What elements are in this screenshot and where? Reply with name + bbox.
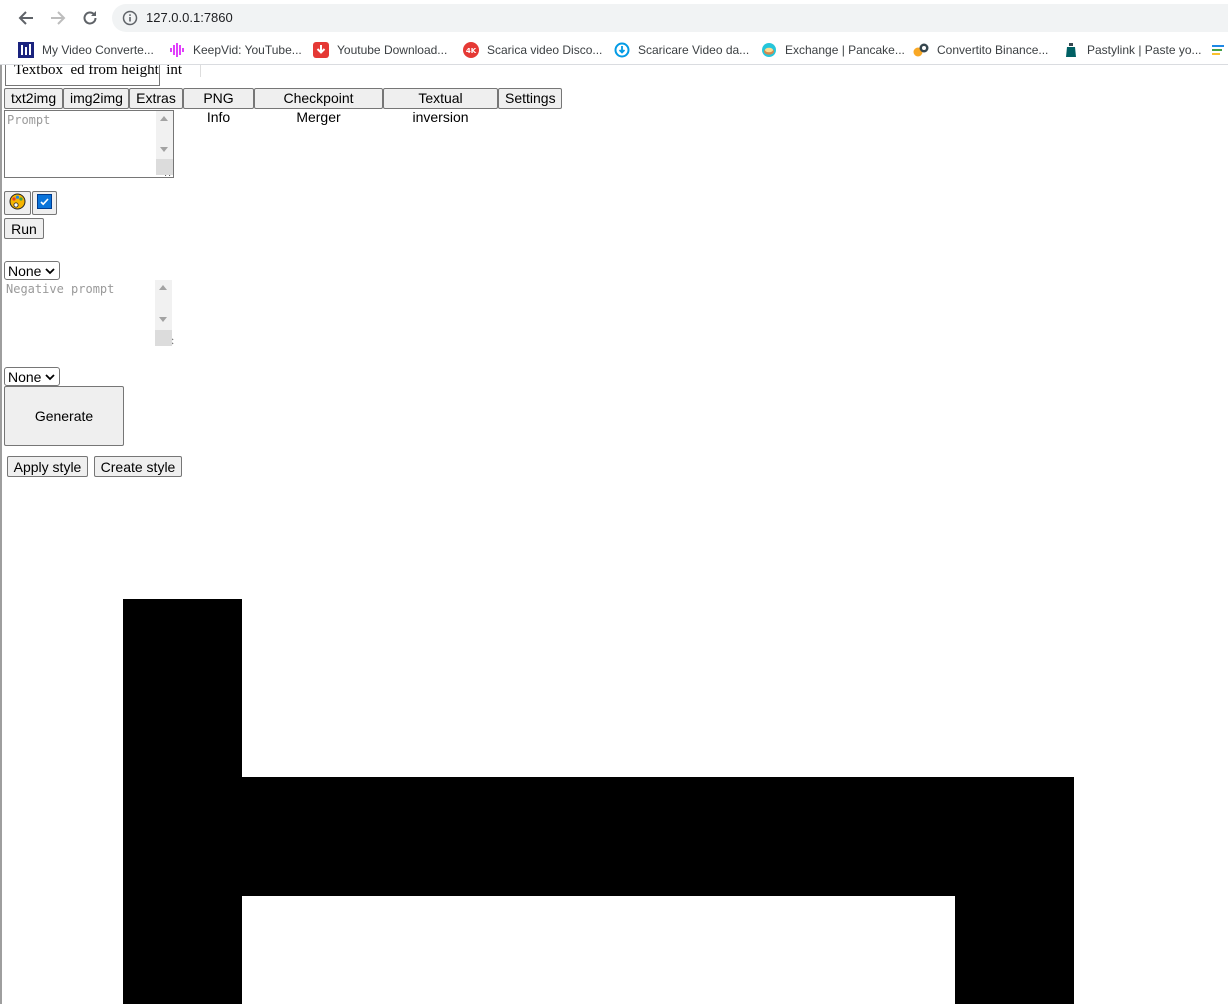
tab-img2img[interactable]: img2img [63, 88, 129, 109]
bookmark-label: Scarica video Disco... [487, 43, 603, 57]
prompt-input[interactable] [4, 110, 174, 178]
black-glyph-left-stem [123, 599, 242, 1004]
apply-style-button[interactable]: Apply style [7, 456, 88, 477]
bookmark-item[interactable]: 4K Scarica video Disco... [463, 41, 602, 59]
generate-button[interactable]: Generate [4, 386, 124, 446]
chevron-down-icon [45, 267, 56, 274]
reload-button[interactable] [78, 6, 102, 30]
negative-prompt-input[interactable] [4, 280, 174, 347]
reload-icon [83, 11, 97, 25]
bookmark-item[interactable]: Convertito Binance... [913, 41, 1048, 59]
pastylink-icon [1063, 42, 1079, 58]
video-converter-icon [18, 42, 34, 58]
checkbox-button[interactable] [32, 191, 57, 215]
bookmark-item[interactable]: Pastylink | Paste yo... [1063, 41, 1202, 59]
style-select-1-value: None [8, 262, 42, 279]
more-bookmarks-icon[interactable] [1212, 41, 1226, 59]
forward-button[interactable] [46, 6, 70, 30]
page-content: Textbox ed from height int txt2img img2i… [0, 65, 1228, 1004]
negative-prompt-scrollbar[interactable] [155, 280, 172, 346]
palette-button[interactable] [4, 191, 31, 215]
scroll-down-icon[interactable] [160, 147, 168, 152]
bookmark-label: Exchange | Pancake... [785, 43, 905, 57]
bookmark-item[interactable]: Exchange | Pancake... [761, 41, 905, 59]
bookmarks-bar: My Video Converte... KeepVid: YouTube...… [0, 36, 1228, 65]
style-select-1[interactable]: None [4, 261, 60, 280]
download-icon [313, 42, 329, 58]
black-glyph-crossbar [242, 777, 1074, 896]
clipped-textbox-divider [200, 65, 201, 77]
create-style-button[interactable]: Create style [94, 456, 182, 477]
svg-text:4K: 4K [466, 47, 477, 55]
bookmark-label: Youtube Download... [337, 43, 448, 57]
tab-settings[interactable]: Settings [498, 88, 562, 109]
info-icon[interactable] [122, 10, 138, 26]
style-select-2[interactable]: None [4, 367, 60, 386]
resize-grip-icon[interactable] [155, 330, 172, 346]
url-text[interactable]: 127.0.0.1:7860 [146, 10, 233, 25]
tab-checkpoint-merger[interactable]: Checkpoint Merger [254, 88, 383, 125]
style-select-2-value: None [8, 368, 42, 385]
resize-grip-icon[interactable] [156, 159, 173, 175]
exchange-icon [913, 42, 929, 58]
bookmark-label: Convertito Binance... [937, 43, 1049, 57]
pancake-icon [761, 42, 777, 58]
bookmark-item[interactable]: My Video Converte... [18, 41, 154, 59]
chevron-down-icon [45, 373, 56, 380]
prompt-scrollbar[interactable] [156, 111, 173, 175]
tab-extras[interactable]: Extras [129, 88, 183, 109]
bookmark-label: KeepVid: YouTube... [193, 43, 302, 57]
bookmark-item[interactable]: KeepVid: YouTube... [169, 41, 302, 59]
left-border [0, 65, 2, 1004]
checkbox-icon [37, 194, 52, 209]
bookmark-item[interactable]: Youtube Download... [313, 41, 447, 59]
tab-txt2img[interactable]: txt2img [4, 88, 63, 109]
bookmark-label: Pastylink | Paste yo... [1087, 43, 1202, 57]
bookmark-item[interactable]: Scaricare Video da... [614, 41, 749, 59]
address-bar[interactable]: 127.0.0.1:7860 [112, 4, 1228, 32]
download-circle-icon [614, 42, 630, 58]
back-button[interactable] [14, 6, 38, 30]
clipped-textbox-text: Textbox ed from height int [14, 65, 183, 78]
keepvid-icon [169, 42, 185, 58]
scroll-down-icon[interactable] [159, 317, 167, 322]
browser-toolbar: 127.0.0.1:7860 [0, 0, 1228, 36]
4k-icon: 4K [463, 42, 479, 58]
tab-textual-inversion[interactable]: Textual inversion [383, 88, 498, 125]
scroll-up-icon[interactable] [160, 116, 168, 121]
bookmark-label: My Video Converte... [42, 43, 154, 57]
tab-png-info[interactable]: PNG Info [183, 88, 254, 125]
forward-arrow-icon [51, 11, 66, 25]
run-button[interactable]: Run [4, 218, 44, 239]
scroll-up-icon[interactable] [159, 285, 167, 290]
palette-icon [9, 193, 26, 210]
bookmark-label: Scaricare Video da... [638, 43, 750, 57]
black-glyph-right-stem [955, 896, 1074, 1004]
back-arrow-icon [18, 11, 33, 25]
